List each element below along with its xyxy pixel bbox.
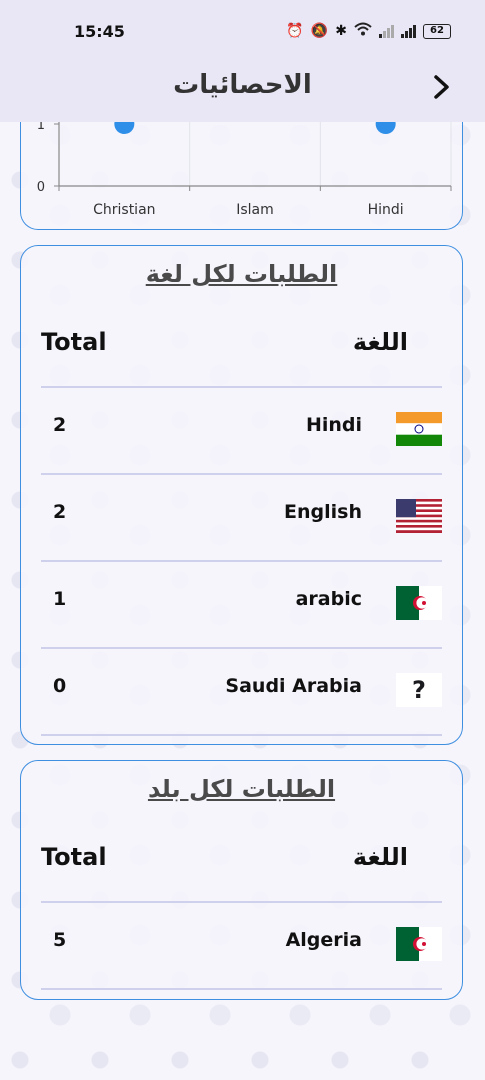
row-total: 2 <box>53 501 67 523</box>
row-total: 5 <box>53 929 67 951</box>
card-title: الطلبات لكل بلد <box>147 775 336 803</box>
table-row[interactable]: 5 Algeria <box>21 903 462 989</box>
x-tick-label: Christian <box>93 202 155 218</box>
row-name: arabic <box>295 588 362 610</box>
requests-per-country-card: الطلبات لكل بلد Total اللغة 5 Algeria <box>20 760 463 1000</box>
religion-chart-card: 0 1 Christian Islam Hindi <box>20 122 463 230</box>
row-total: 1 <box>53 588 67 610</box>
row-name: Saudi Arabia <box>225 675 362 697</box>
battery-icon: 62 <box>423 23 451 39</box>
algeria-flag-icon <box>396 586 442 620</box>
table-row[interactable]: 2 English <box>21 475 462 561</box>
page-title: الاحصائيات <box>173 70 312 100</box>
table-row[interactable]: 1 arabic <box>21 562 462 648</box>
chevron-right-icon <box>434 75 449 99</box>
x-tick-label: Islam <box>236 202 274 218</box>
algeria-flag-icon <box>396 927 442 961</box>
divider <box>41 734 442 736</box>
religion-chart: 0 1 Christian Islam Hindi <box>37 122 452 218</box>
divider <box>41 988 442 990</box>
table-row[interactable]: 0 Saudi Arabia ? <box>21 649 462 735</box>
y-tick-label: 0 <box>37 180 45 195</box>
alarm-icon: ⏰ <box>286 23 304 39</box>
x-tick-label: Hindi <box>368 202 404 218</box>
data-point <box>375 122 396 134</box>
header-total: Total <box>41 843 107 871</box>
data-point <box>114 122 135 134</box>
mute-icon: 🔕 <box>310 23 329 39</box>
india-flag-icon <box>396 412 442 446</box>
usa-flag-icon <box>396 499 442 533</box>
signal-icon <box>401 24 416 38</box>
row-name: Algeria <box>285 929 362 951</box>
row-total: 0 <box>53 675 67 697</box>
requests-per-language-card: الطلبات لكل لغة Total اللغة 2 Hindi 2 En… <box>20 245 463 745</box>
y-tick-label: 1 <box>37 122 45 133</box>
header-language: اللغة <box>352 843 408 871</box>
back-button[interactable] <box>427 72 457 102</box>
table-row[interactable]: 2 Hindi <box>21 388 462 474</box>
header-language: اللغة <box>352 328 408 356</box>
unknown-flag-icon: ? <box>396 673 442 707</box>
status-bar: 15:45 ⏰ 🔕 ✱ 62 <box>0 0 485 62</box>
row-name: Hindi <box>305 414 362 436</box>
card-title: الطلبات لكل لغة <box>145 260 338 288</box>
signal-icon <box>379 24 394 38</box>
status-icons: ⏰ 🔕 ✱ 62 <box>286 22 451 40</box>
row-total: 2 <box>53 414 67 436</box>
bluetooth-icon: ✱ <box>335 23 347 39</box>
row-name: English <box>284 501 362 523</box>
scroll-content[interactable]: 0 1 Christian Islam Hindi الطلبات لكل لغة To… <box>0 122 485 1080</box>
wifi-icon <box>354 22 372 40</box>
status-time: 15:45 <box>74 22 125 41</box>
header-total: Total <box>41 328 107 356</box>
app-bar: الاحصائيات <box>0 62 485 122</box>
